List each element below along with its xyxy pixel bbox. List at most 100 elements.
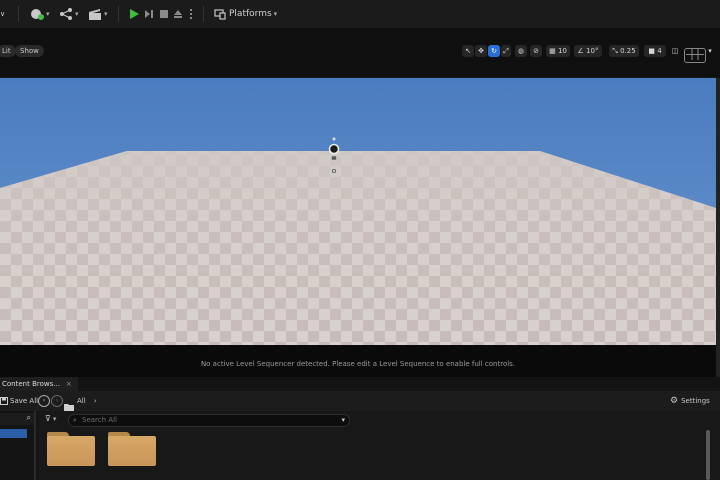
camera-speed-button[interactable]: ■ 4 [644, 45, 666, 57]
step-button[interactable] [144, 6, 156, 22]
chevron-down-icon: ▾ [46, 10, 50, 18]
maximize-icon: ◫ [671, 47, 679, 55]
settings-label: Settings [681, 397, 710, 405]
tab-content-browser[interactable]: Content Brows... × [0, 377, 78, 391]
chevron-down-icon: ∨ [0, 10, 6, 18]
rotate-tool-button[interactable]: ↻ [488, 45, 500, 57]
angle-icon: ∠ [577, 47, 584, 55]
camera-speed-value: 4 [657, 47, 662, 55]
forward-button[interactable]: › [51, 395, 63, 407]
surface-snap-icon: ⊘ [533, 47, 539, 55]
asset-view-scrollbar[interactable] [706, 430, 710, 480]
search-placeholder: Search All [82, 416, 117, 424]
grid-snap-value: 10 [557, 47, 567, 55]
clapperboard-icon [89, 9, 101, 20]
sources-search[interactable]: ⌕ [0, 413, 34, 425]
gear-icon: ⚙ [670, 396, 679, 406]
floor-shading [0, 151, 716, 345]
chevron-down-icon: ▾ [104, 10, 108, 18]
move-icon: ✥ [478, 47, 484, 55]
viewport-toolbar: Lit Show ↖ ✥ ↻ ⤢ ◍ ⊘ ▦ 10 ∠ 10° ⤡ 0.25 ■… [0, 29, 720, 77]
layout-grid-icon [686, 49, 704, 60]
stop-button[interactable] [158, 6, 170, 22]
sequencer-status-bar: No active Level Sequencer detected. Plea… [0, 345, 716, 377]
scene-render [0, 78, 716, 345]
main-toolbar: ∨ ▾ ▾ ▾ Platforms ▾ [0, 0, 720, 29]
chevron-down-icon: ▾ [341, 416, 345, 424]
chevron-down-icon: ▾ [273, 10, 278, 18]
eject-button[interactable] [172, 6, 184, 22]
level-viewport[interactable] [0, 78, 716, 345]
select-tool-button[interactable]: ↖ [462, 45, 474, 57]
arrow-left-icon: ‹ [42, 397, 46, 404]
back-button[interactable]: ‹ [38, 395, 50, 407]
filter-button[interactable]: ⊽ ▾ [45, 414, 56, 423]
search-icon: ⌕ [26, 413, 31, 422]
sources-panel: ⌕ [0, 411, 36, 480]
close-icon[interactable]: × [66, 380, 72, 388]
content-browser-tabbar: Content Brows... × [0, 377, 720, 391]
view-mode-button[interactable]: Lit [0, 45, 16, 57]
mode-dropdown[interactable]: ∨ [0, 6, 5, 22]
save-all-label: Save All [10, 397, 39, 405]
chevron-right-icon: › [93, 397, 97, 405]
filter-icon: ⊽ [45, 414, 51, 423]
save-all-button[interactable]: Save All [0, 395, 38, 407]
chevron-down-icon: ▾ [75, 10, 79, 18]
globe-icon: ◍ [517, 47, 525, 55]
cursor-icon: ↖ [465, 47, 471, 55]
blueprint-icon [60, 8, 72, 20]
folder-body [47, 436, 95, 466]
save-icon [0, 397, 8, 405]
tab-label: Content Brows... [2, 380, 60, 388]
search-icon: ⌕ [73, 416, 77, 424]
viewport-layout-button[interactable] [684, 48, 706, 63]
arrow-right-icon: › [55, 397, 59, 404]
toolbar-divider [203, 6, 204, 22]
rotate-icon: ↻ [491, 47, 497, 55]
chevron-down-icon: ▾ [708, 47, 712, 55]
folder-item[interactable] [47, 432, 95, 466]
platforms-label: Platforms [229, 9, 272, 19]
scale-snap-icon: ⤡ [612, 47, 618, 55]
viewport-options-button[interactable]: ▾ [706, 45, 714, 57]
path-breadcrumb[interactable]: All › [77, 395, 97, 407]
rotation-snap-value: 10° [586, 47, 599, 55]
eject-icon [174, 10, 182, 18]
grid-snap-button[interactable]: ▦ 10 [546, 45, 570, 57]
platforms-button[interactable]: Platforms ▾ [214, 6, 277, 22]
play-icon [130, 9, 139, 19]
scale-tool-button[interactable]: ⤢ [501, 45, 511, 57]
toolbar-divider [18, 6, 19, 22]
platforms-icon [214, 9, 226, 20]
folder-body [108, 436, 156, 466]
more-options-icon [190, 9, 192, 19]
scale-icon: ⤢ [503, 47, 509, 55]
content-browser-toolbar: Save All ‹ › All › ⚙ Settings [0, 391, 720, 412]
surface-snap-button[interactable]: ⊘ [530, 45, 542, 57]
play-button[interactable] [128, 6, 140, 22]
play-options-button[interactable] [188, 6, 194, 22]
scale-snap-value: 0.25 [620, 47, 636, 55]
settings-button[interactable]: ⚙ Settings [670, 395, 710, 407]
world-local-button[interactable]: ◍ [515, 45, 527, 57]
grid-icon: ▦ [549, 47, 556, 55]
search-input[interactable]: ⌕ Search All ▾ [68, 414, 350, 427]
blueprint-button[interactable]: ▾ [59, 6, 79, 22]
rotation-snap-button[interactable]: ∠ 10° [574, 45, 602, 57]
asset-view: ⊽ ▾ ⌕ Search All ▾ [39, 411, 720, 480]
scale-snap-button[interactable]: ⤡ 0.25 [609, 45, 639, 57]
show-flags-button[interactable]: Show [15, 45, 44, 57]
folder-item[interactable] [108, 432, 156, 466]
selected-folder-row[interactable] [0, 429, 27, 438]
breadcrumb-all: All [77, 397, 86, 405]
play-step-icon [145, 10, 153, 18]
cinematics-button[interactable]: ▾ [88, 6, 108, 22]
toolbar-divider [118, 6, 119, 22]
translate-tool-button[interactable]: ✥ [475, 45, 487, 57]
add-content-button[interactable]: ▾ [30, 6, 50, 22]
maximize-viewport-button[interactable]: ◫ [670, 45, 680, 57]
viewport-border [716, 78, 720, 378]
camera-icon: ■ [648, 47, 655, 55]
sequencer-status-message: No active Level Sequencer detected. Plea… [200, 360, 516, 368]
